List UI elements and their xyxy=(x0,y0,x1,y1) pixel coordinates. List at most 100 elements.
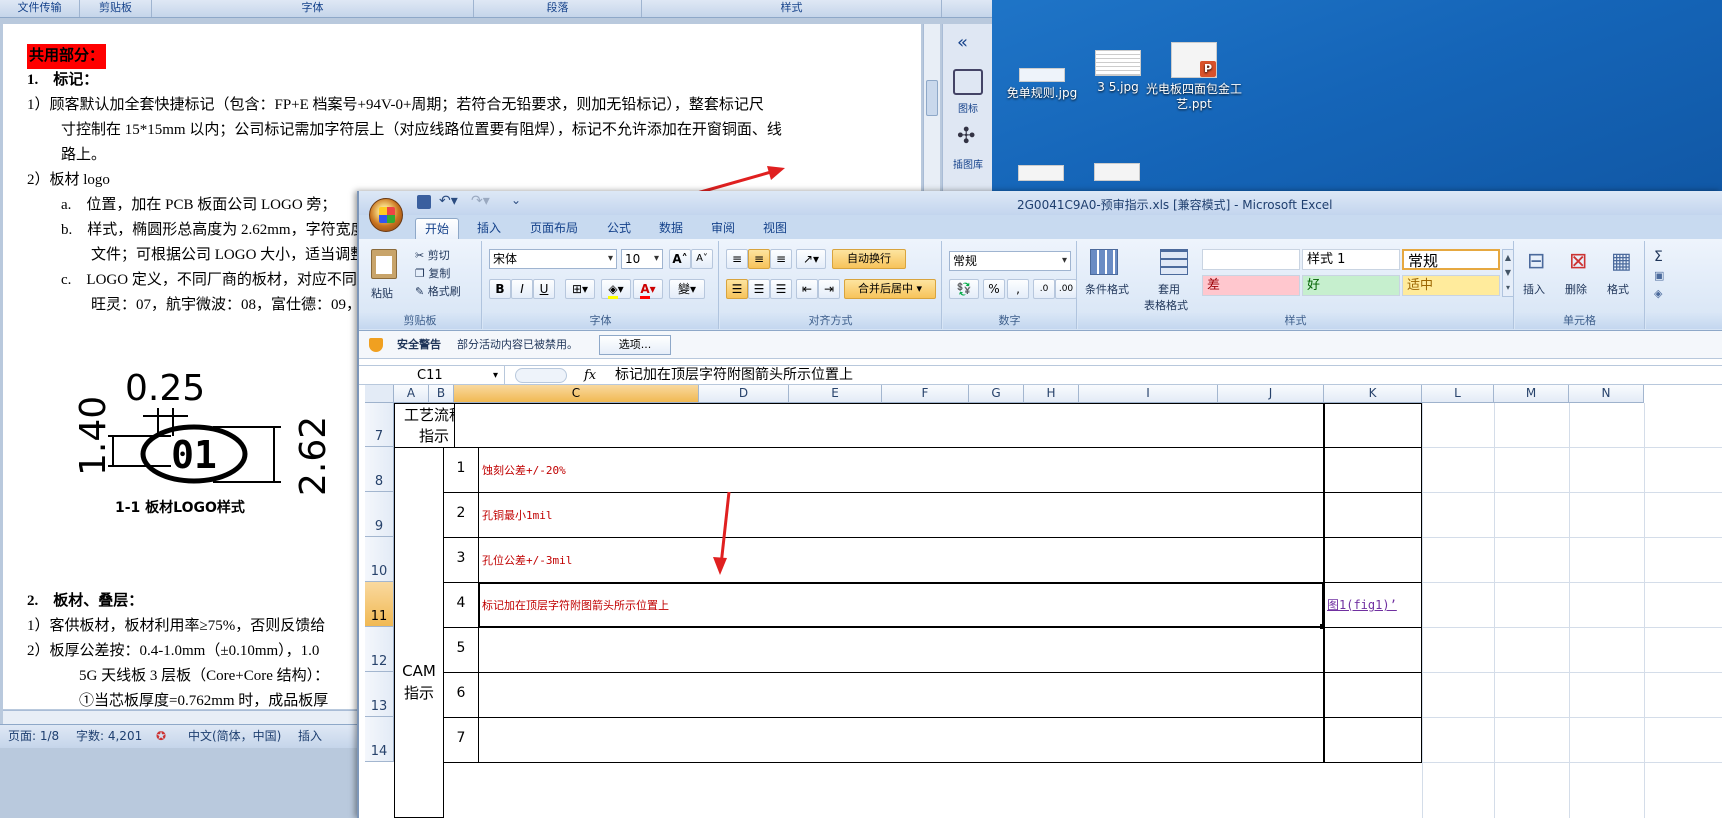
increase-indent-icon[interactable]: ⇥ xyxy=(818,279,840,299)
format-cells-icon[interactable]: ▦ xyxy=(1611,249,1632,274)
tab-page-layout[interactable]: 页面布局 xyxy=(519,218,589,239)
align-bottom-icon[interactable]: ≡ xyxy=(770,249,792,269)
grow-font-icon[interactable]: A˄ xyxy=(669,249,691,269)
tab-view[interactable]: 视图 xyxy=(753,218,797,239)
font-size-select[interactable]: 10 xyxy=(621,249,663,269)
tab-insert[interactable]: 插入 xyxy=(467,218,511,239)
format-painter-button[interactable]: ✎ 格式刷 xyxy=(415,283,461,299)
collapse-icon[interactable]: « xyxy=(957,32,968,53)
decrease-indent-icon[interactable]: ⇤ xyxy=(796,279,818,299)
style-1[interactable]: 样式 1 xyxy=(1302,249,1400,270)
percent-icon[interactable]: % xyxy=(983,279,1005,299)
cut-button[interactable]: ✂ 剪切 xyxy=(415,247,450,263)
word-group-clipboard[interactable]: 剪贴板 xyxy=(80,0,152,17)
tab-home[interactable]: 开始 xyxy=(415,218,459,239)
comma-icon[interactable]: , xyxy=(1007,279,1029,299)
undo-icon[interactable]: ↶▾ xyxy=(439,193,458,209)
delete-cells-icon[interactable]: ⊠ xyxy=(1569,249,1587,274)
format-cells-button[interactable]: 格式 xyxy=(1607,281,1629,297)
status-insert-mode[interactable]: 插入 xyxy=(298,725,322,747)
table-format-button[interactable]: 套用 xyxy=(1158,281,1180,297)
phonetic-icon[interactable]: 變▾ xyxy=(669,279,705,299)
word-group-styles[interactable]: 样式 xyxy=(642,0,942,17)
insert-function-icon[interactable]: fx xyxy=(584,366,596,385)
insert-cells-button[interactable]: 插入 xyxy=(1523,281,1545,297)
status-words[interactable]: 字数: 4,201 xyxy=(76,725,142,747)
word-horizontal-scrollbar[interactable] xyxy=(3,710,363,724)
style-bad[interactable]: 差 xyxy=(1202,275,1300,296)
word-group-paragraph[interactable]: 段落 xyxy=(474,0,642,17)
group-label: 字体 xyxy=(483,313,718,329)
paste-icon[interactable] xyxy=(371,249,397,279)
save-icon[interactable] xyxy=(417,195,431,209)
red-arrow-annotation xyxy=(713,491,731,575)
merge-center-button[interactable]: 合并后居中 ▾ xyxy=(844,279,936,299)
currency-icon[interactable]: 💱 xyxy=(949,279,979,299)
fill-color-icon[interactable]: ◈▾ xyxy=(601,279,631,299)
fill-icon[interactable]: ▣ xyxy=(1654,269,1664,282)
name-box-dropdown-icon[interactable]: ▾ xyxy=(493,366,498,385)
conditional-format-button[interactable]: 条件格式 xyxy=(1082,281,1132,297)
copy-button[interactable]: ❐ 复制 xyxy=(415,265,450,281)
shapes-icon[interactable] xyxy=(953,69,983,95)
align-right-icon[interactable]: ☰ xyxy=(770,279,792,299)
formula-bar-divider[interactable] xyxy=(515,368,567,383)
word-group-file-transfer[interactable]: 文件传输 xyxy=(0,0,80,17)
formula-input[interactable]: 标记加在顶层字符附图箭头所示位置上 xyxy=(615,366,853,385)
group-label: 对齐方式 xyxy=(720,313,941,329)
autosum-icon[interactable]: Σ xyxy=(1654,249,1663,265)
group-label: 剪贴板 xyxy=(359,313,481,329)
align-center-icon[interactable]: ☰ xyxy=(748,279,770,299)
styles-scroll-icon[interactable]: ▲ ▼ ▾ xyxy=(1502,249,1514,297)
tab-review[interactable]: 审阅 xyxy=(701,218,745,239)
security-options-button[interactable]: 选项... xyxy=(599,335,671,355)
status-language[interactable]: 中文(简体，中国) xyxy=(188,725,281,747)
word-group-font[interactable]: 字体 xyxy=(152,0,474,17)
customize-qat-icon[interactable]: ⌄ xyxy=(511,193,521,207)
delete-cells-button[interactable]: 删除 xyxy=(1565,281,1587,297)
italic-button[interactable]: I xyxy=(511,279,533,299)
insert-cells-icon[interactable]: ⊟ xyxy=(1527,249,1545,274)
worksheet-grid[interactable]: A B C D E F G H I J K L M N 7 8 9 10 11 12 13 14 工艺流程 指示 CAM 指示 1 蚀… xyxy=(359,385,1722,818)
borders-icon[interactable]: ⊞▾ xyxy=(565,279,595,299)
style-good[interactable]: 好 xyxy=(1302,275,1400,296)
align-left-icon[interactable]: ☰ xyxy=(726,279,748,299)
increase-decimal-icon[interactable]: .0 xyxy=(1033,279,1055,299)
table-format-icon[interactable] xyxy=(1160,249,1188,275)
font-color-icon[interactable]: A▾ xyxy=(633,279,663,299)
style-blank[interactable] xyxy=(1202,249,1300,270)
desktop-icon-partial-1[interactable] xyxy=(1018,165,1064,181)
shrink-font-icon[interactable]: A˅ xyxy=(691,249,713,269)
scroll-thumb[interactable] xyxy=(926,80,938,116)
wrap-text-button[interactable]: 自动换行 xyxy=(832,249,906,269)
style-normal[interactable]: 常规 xyxy=(1402,249,1500,270)
number-format-select[interactable]: 常规 xyxy=(949,251,1071,271)
group-label xyxy=(1646,313,1722,329)
conditional-format-icon[interactable] xyxy=(1090,249,1118,275)
office-button[interactable] xyxy=(369,198,403,232)
orientation-icon[interactable]: ↗▾ xyxy=(796,249,826,269)
status-page[interactable]: 页面: 1/8 xyxy=(8,725,59,747)
align-middle-icon[interactable]: ≡ xyxy=(748,249,770,269)
redo-icon[interactable]: ↷▾ xyxy=(471,193,490,209)
underline-button[interactable]: U xyxy=(533,279,555,299)
proofing-icon[interactable]: ✪ xyxy=(156,725,166,747)
bold-button[interactable]: B xyxy=(489,279,511,299)
group-number: 常规 💱 % , .0 .00 数字 xyxy=(943,241,1077,329)
copy-icon: ❐ xyxy=(415,267,425,280)
group-editing-partial: Σ ▣ ◈ xyxy=(1646,241,1722,329)
decrease-decimal-icon[interactable]: .00 xyxy=(1055,279,1077,299)
paste-button[interactable]: 粘贴 xyxy=(371,285,393,301)
name-box[interactable]: C11 xyxy=(365,366,505,385)
windmill-icon[interactable]: ✣ xyxy=(957,124,975,149)
desktop-icon-ppt[interactable]: P 光电板四面包金工艺.ppt xyxy=(1146,42,1242,112)
desktop-icon-partial-2[interactable] xyxy=(1094,163,1140,181)
align-top-icon[interactable]: ≡ xyxy=(726,249,748,269)
ribbon-home: 粘贴 ✂ 剪切 ❐ 复制 ✎ 格式刷 剪贴板 宋体 10 A˄ A˅ B I U… xyxy=(359,239,1722,331)
style-neutral[interactable]: 适中 xyxy=(1402,275,1500,296)
clear-icon[interactable]: ◈ xyxy=(1654,287,1662,300)
table-format-button-line2[interactable]: 表格格式 xyxy=(1144,297,1188,313)
tab-data[interactable]: 数据 xyxy=(649,218,693,239)
tab-formulas[interactable]: 公式 xyxy=(597,218,641,239)
font-name-select[interactable]: 宋体 xyxy=(489,249,617,269)
